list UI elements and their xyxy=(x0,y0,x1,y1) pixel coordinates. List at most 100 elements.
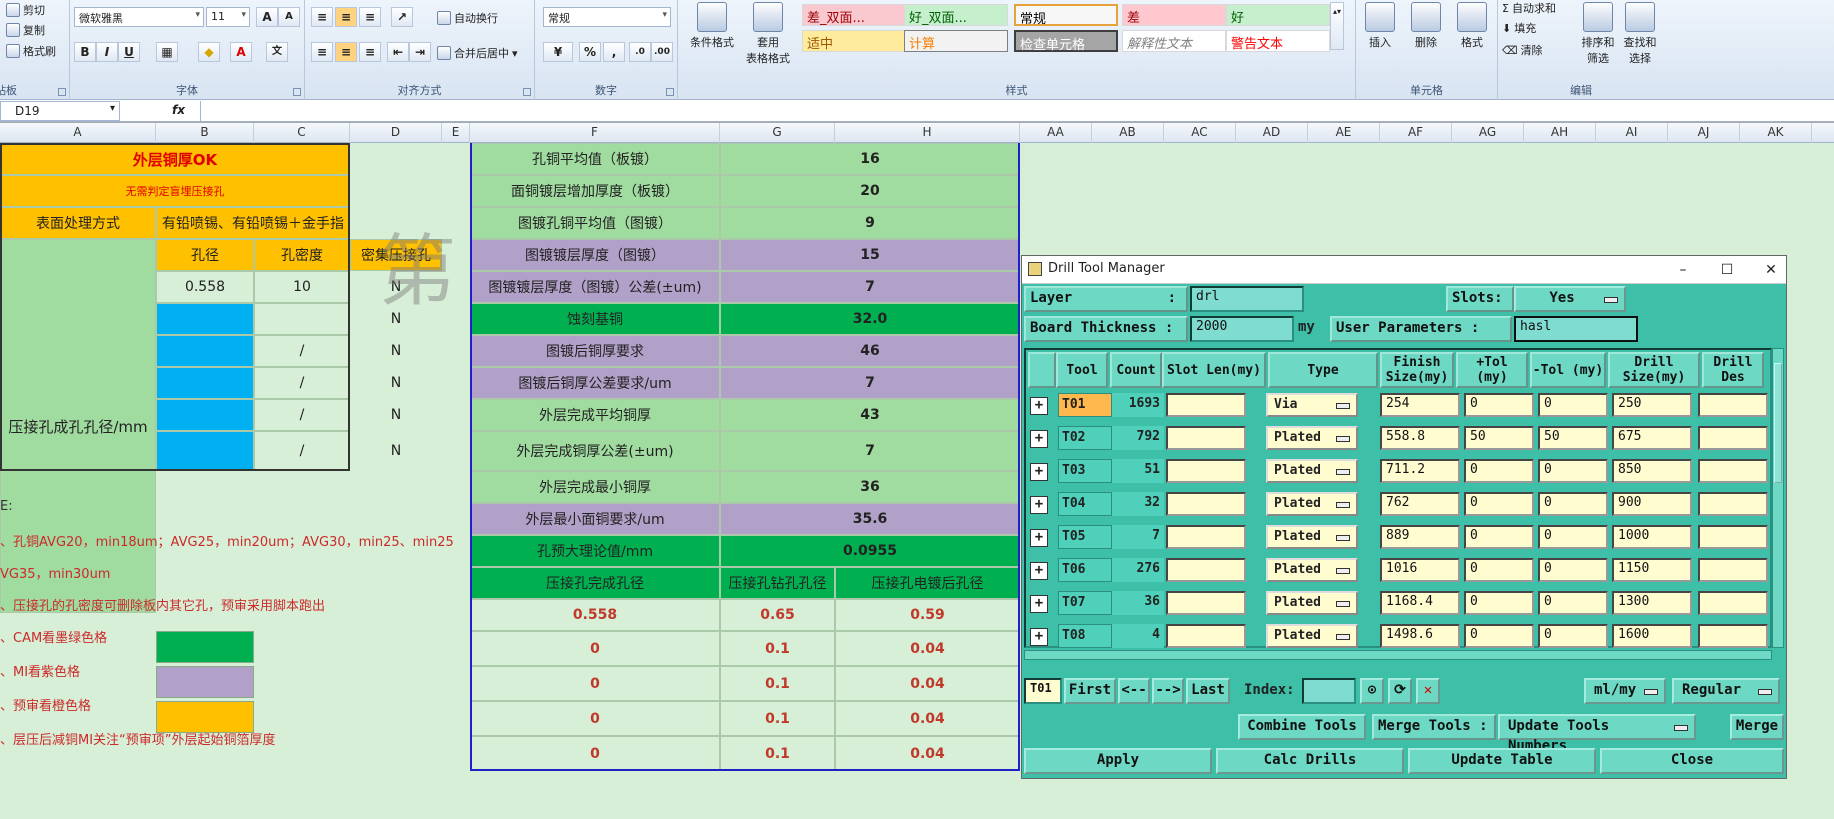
fill-button[interactable]: ⬇ 填充 xyxy=(1502,20,1536,36)
font-size-select[interactable]: 11 xyxy=(206,7,250,27)
finish-size-input[interactable]: 711.2 xyxy=(1380,459,1460,483)
border-button[interactable]: ▦ xyxy=(156,42,178,62)
orientation-button[interactable]: ↗ xyxy=(391,7,413,27)
metric-value[interactable]: 36 xyxy=(720,471,1020,503)
align-right-button[interactable]: ≡ xyxy=(359,42,381,62)
table-format-button[interactable]: 套用 表格格式 xyxy=(742,2,794,66)
drill-size-input[interactable]: 1000 xyxy=(1612,525,1692,549)
format-painter-button[interactable]: 格式刷 xyxy=(6,43,56,59)
press-cell[interactable]: 0 xyxy=(470,631,720,666)
user-params-field[interactable]: hasl xyxy=(1514,316,1638,342)
tool-cell[interactable]: T02 xyxy=(1058,426,1112,450)
drill-des-input[interactable] xyxy=(1698,426,1768,450)
metric-value[interactable]: 7 xyxy=(720,367,1020,399)
search-icon[interactable]: ⊙ xyxy=(1360,678,1384,704)
copy-button[interactable]: 复制 xyxy=(6,22,45,38)
column-header[interactable]: AG xyxy=(1452,123,1524,143)
metric-label[interactable]: 图镀镀层厚度（图镀） xyxy=(470,239,720,271)
maximize-icon[interactable]: ☐ xyxy=(1716,260,1738,280)
press-cell[interactable]: 0 xyxy=(470,701,720,736)
delete-icon[interactable]: ✕ xyxy=(1416,678,1440,704)
expand-icon[interactable]: + xyxy=(1030,397,1048,415)
slot-len-input[interactable] xyxy=(1166,459,1246,483)
sort-filter-button[interactable]: 排序和 筛选 xyxy=(1578,2,1618,66)
find-select-button[interactable]: 查找和 选择 xyxy=(1620,2,1660,66)
currency-button[interactable]: ¥ xyxy=(543,42,573,62)
press-cell[interactable]: 0.1 xyxy=(720,631,835,666)
drill-size-input[interactable]: 1600 xyxy=(1612,624,1692,648)
refresh-icon[interactable]: ⟳ xyxy=(1388,678,1412,704)
comma-button[interactable]: , xyxy=(603,42,625,62)
minus-tol-input[interactable]: 0 xyxy=(1538,393,1608,417)
tool-cell[interactable]: T06 xyxy=(1058,558,1112,582)
density-cell[interactable]: / xyxy=(254,367,350,399)
expand-icon[interactable]: + xyxy=(1030,463,1048,481)
expand-icon[interactable]: + xyxy=(1030,595,1048,613)
prev-button[interactable]: <-- xyxy=(1118,678,1150,704)
metric-value[interactable]: 35.6 xyxy=(720,503,1020,535)
slot-len-input[interactable] xyxy=(1166,624,1246,648)
merge-center-button[interactable]: 合并后居中 ▾ xyxy=(437,45,518,61)
finish-size-input[interactable]: 1016 xyxy=(1380,558,1460,582)
plus-tol-input[interactable]: 0 xyxy=(1464,459,1534,483)
style-cell[interactable]: 适中 xyxy=(802,30,906,52)
metric-value[interactable]: 0.0955 xyxy=(720,535,1020,567)
gallery-scroll[interactable]: ▴▾ xyxy=(1330,2,1344,50)
surface-label-cell[interactable]: 表面处理方式 xyxy=(0,207,156,239)
hole-cell[interactable]: 0.558 xyxy=(156,271,254,303)
metric-value[interactable]: 7 xyxy=(720,271,1020,303)
close-button[interactable]: Close xyxy=(1600,748,1784,774)
drill-des-input[interactable] xyxy=(1698,591,1768,615)
column-header[interactable]: AC xyxy=(1164,123,1236,143)
style-cell[interactable]: 解释性文本 xyxy=(1122,30,1226,52)
press-cell[interactable]: 0.04 xyxy=(835,666,1020,701)
next-button[interactable]: --> xyxy=(1152,678,1184,704)
press-header[interactable]: 压接孔钻孔孔径 xyxy=(720,567,835,599)
chevron-down-icon[interactable]: ▾ xyxy=(110,103,115,114)
number-launcher[interactable] xyxy=(666,88,674,96)
minus-tol-input[interactable]: 0 xyxy=(1538,492,1608,516)
density-cell[interactable]: / xyxy=(254,399,350,431)
vertical-scrollbar[interactable] xyxy=(1772,348,1784,648)
drill-des-input[interactable] xyxy=(1698,624,1768,648)
metric-value[interactable]: 9 xyxy=(720,207,1020,239)
expand-icon[interactable]: + xyxy=(1030,628,1048,646)
minus-tol-input[interactable]: 0 xyxy=(1538,459,1608,483)
name-box[interactable]: D19 xyxy=(0,101,120,121)
plus-tol-input[interactable]: 0 xyxy=(1464,492,1534,516)
tool-cell[interactable]: T01 xyxy=(1058,393,1112,417)
plus-tol-input[interactable]: 0 xyxy=(1464,624,1534,648)
dense-cell[interactable]: N xyxy=(350,367,442,399)
minimize-icon[interactable]: – xyxy=(1672,260,1694,280)
column-header[interactable]: D xyxy=(350,123,442,143)
current-tool-field[interactable]: T01 xyxy=(1024,678,1062,704)
combine-tools-button[interactable]: Combine Tools xyxy=(1238,714,1366,740)
hole-cell[interactable] xyxy=(156,399,254,431)
metric-label[interactable]: 孔预大理论值/mm xyxy=(470,535,720,567)
metric-label[interactable]: 外层完成平均铜厚 xyxy=(470,399,720,431)
drill-size-input[interactable]: 675 xyxy=(1612,426,1692,450)
metric-value[interactable]: 16 xyxy=(720,143,1020,175)
metric-label[interactable]: 外层完成最小铜厚 xyxy=(470,471,720,503)
legend-swatch[interactable] xyxy=(156,666,254,698)
metric-label[interactable]: 外层完成铜厚公差(±um) xyxy=(470,431,720,471)
expand-icon[interactable]: + xyxy=(1030,562,1048,580)
slot-len-input[interactable] xyxy=(1166,525,1246,549)
metric-label[interactable]: 蚀刻基铜 xyxy=(470,303,720,335)
drill-des-input[interactable] xyxy=(1698,459,1768,483)
drill-size-input[interactable]: 900 xyxy=(1612,492,1692,516)
apply-button[interactable]: Apply xyxy=(1024,748,1212,774)
formula-input[interactable] xyxy=(200,101,1834,121)
plus-tol-input[interactable]: 50 xyxy=(1464,426,1534,450)
column-header[interactable]: AD xyxy=(1236,123,1308,143)
board-thickness-field[interactable]: 2000 xyxy=(1190,316,1294,342)
finish-size-input[interactable]: 1498.6 xyxy=(1380,624,1460,648)
tool-cell[interactable]: T08 xyxy=(1058,624,1112,648)
autosum-button[interactable]: Σ 自动求和 xyxy=(1502,0,1556,16)
no-buried-cell[interactable]: 无需判定盲埋压接孔 xyxy=(0,175,350,207)
finish-size-input[interactable]: 762 xyxy=(1380,492,1460,516)
tool-cell[interactable]: T07 xyxy=(1058,591,1112,615)
metric-label[interactable]: 面铜镀层增加厚度（板镀） xyxy=(470,175,720,207)
density-cell[interactable] xyxy=(254,303,350,335)
slot-len-input[interactable] xyxy=(1166,492,1246,516)
